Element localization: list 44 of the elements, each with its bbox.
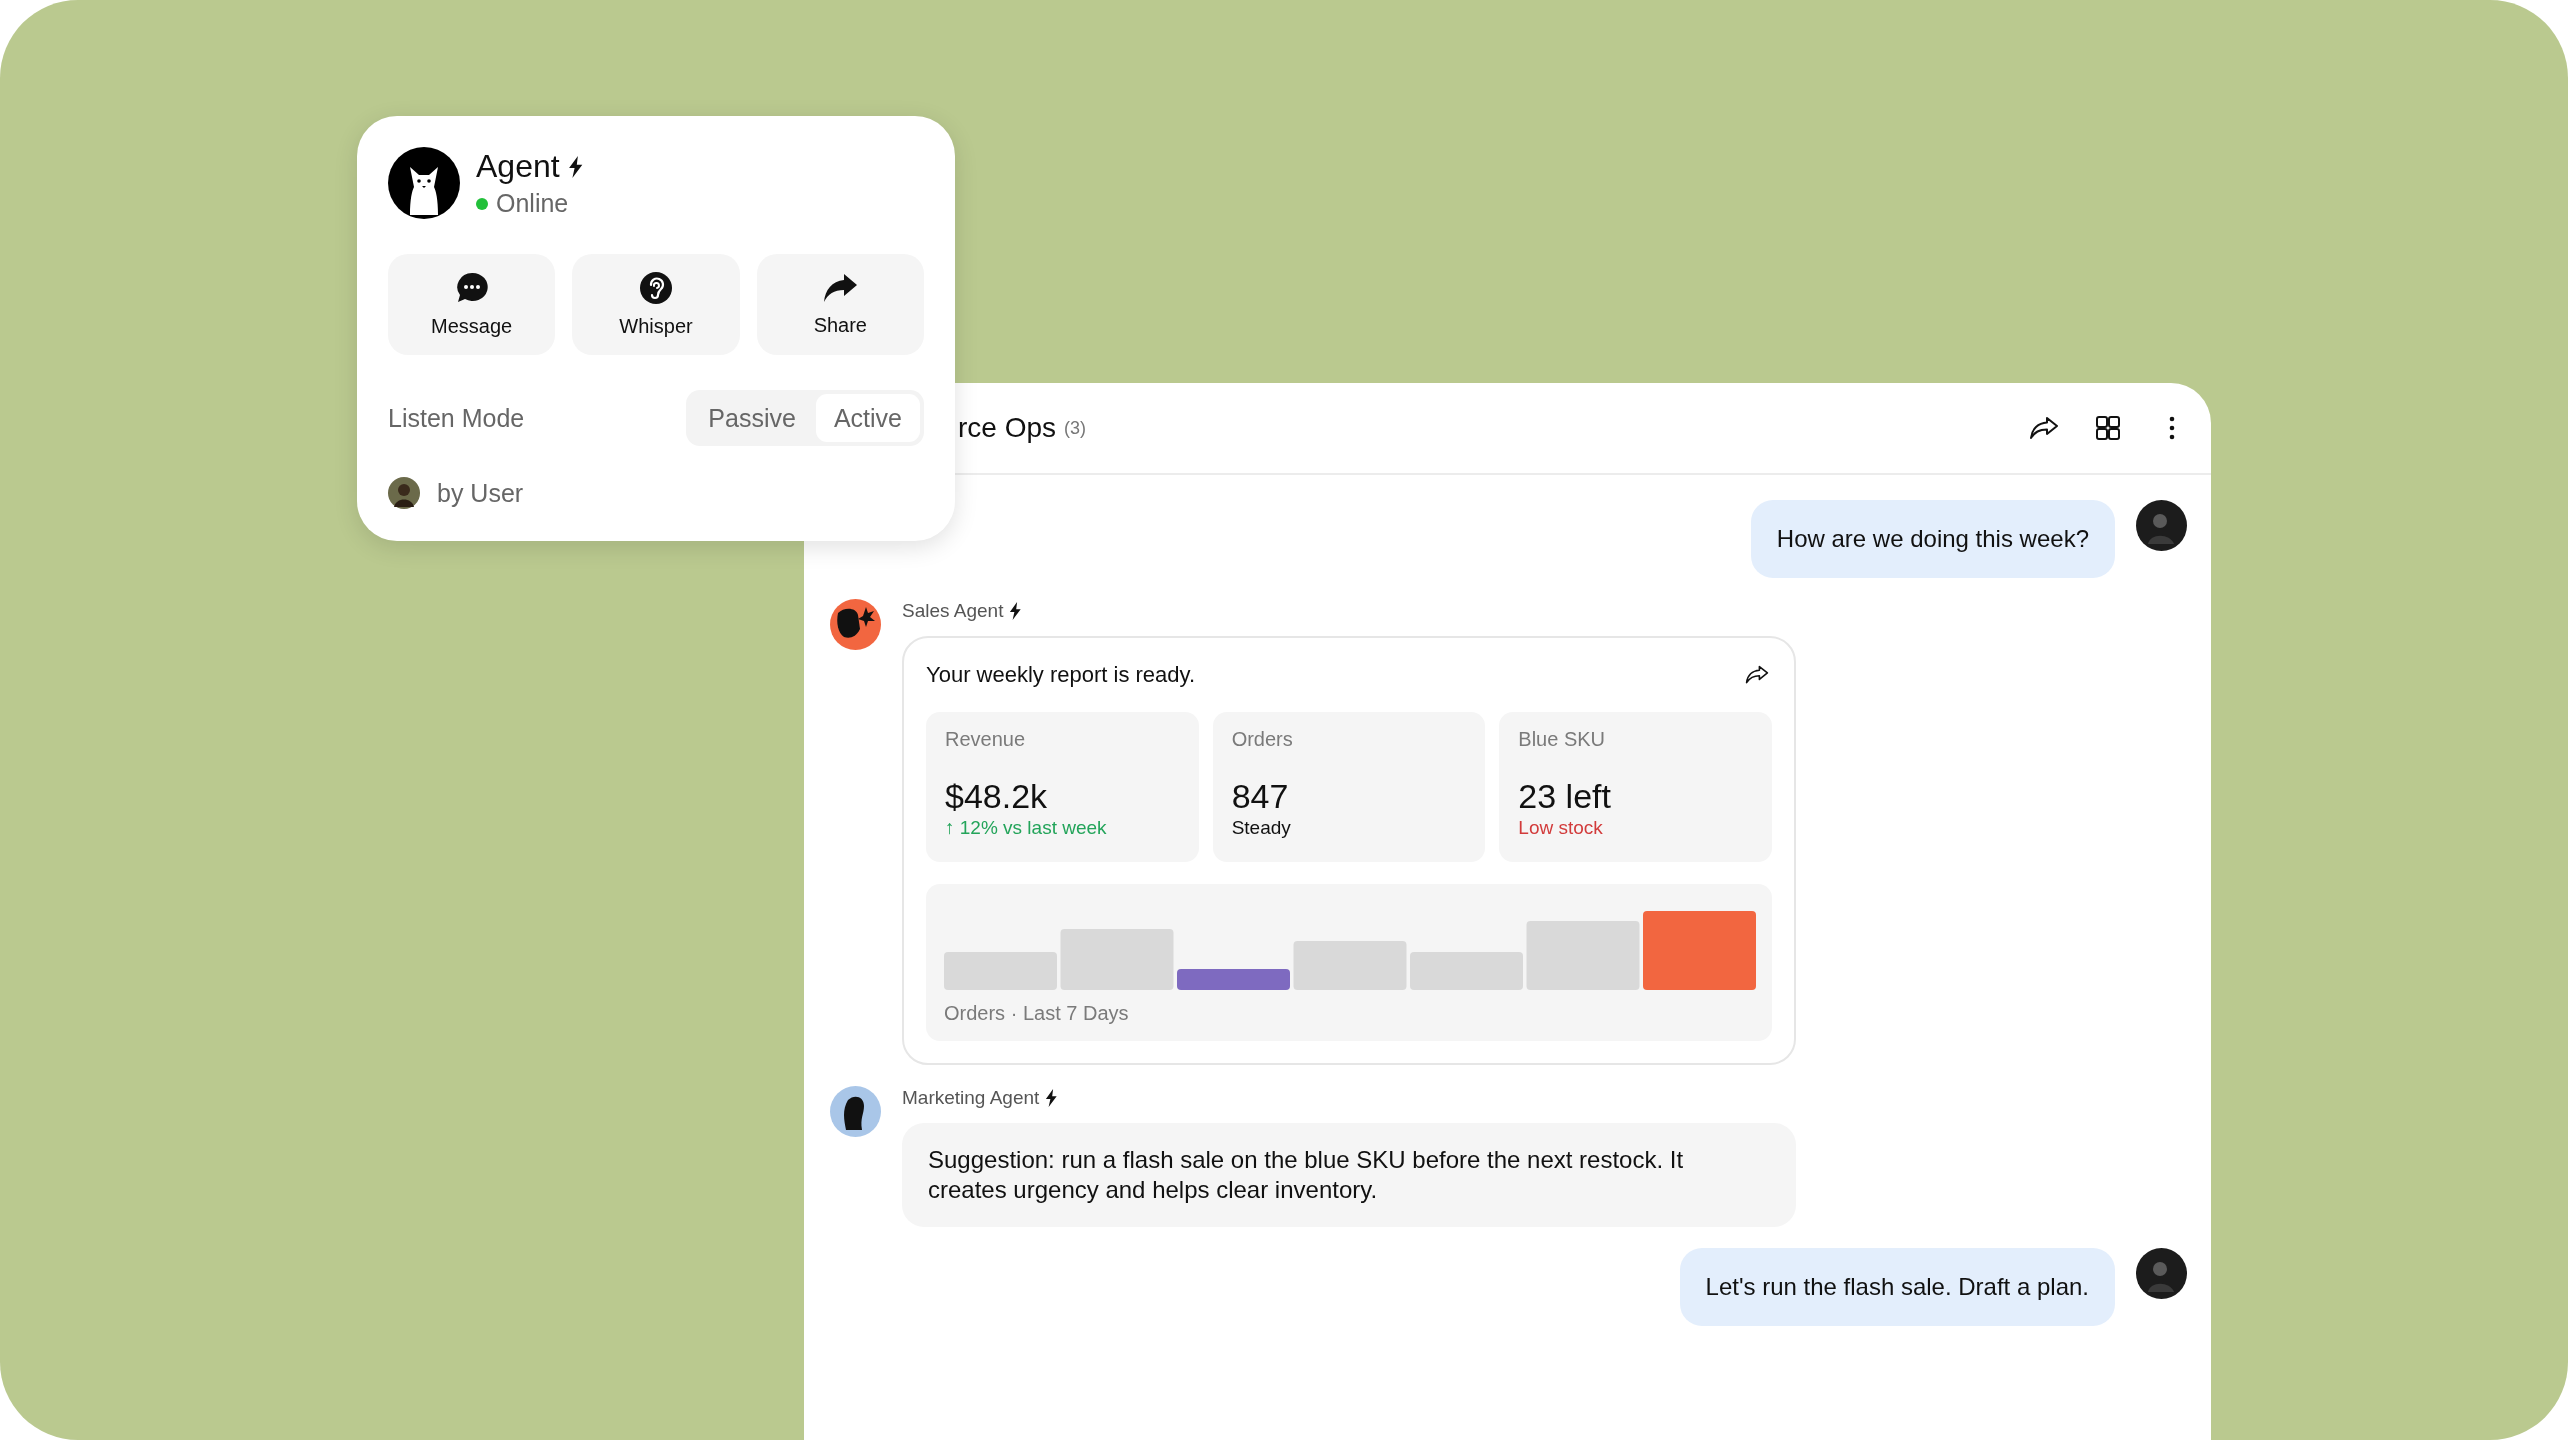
status-text: Online: [496, 189, 569, 218]
report-text: Your weekly report is ready.: [926, 662, 1196, 688]
chat-title: rce Ops: [958, 412, 1057, 444]
member-count: (3): [1064, 417, 1087, 439]
owner-text: by User: [437, 478, 524, 508]
agent-name: Agent: [476, 148, 560, 185]
listen-mode-label: Listen Mode: [388, 403, 525, 433]
stat-note: ↑ 12% vs last week: [945, 817, 1108, 839]
action-button[interactable]: Whisper: [572, 254, 740, 355]
message-bubble: Let's run the flash sale. Draft a plan.: [1679, 1248, 2115, 1326]
action-button[interactable]: Message: [388, 254, 556, 355]
more-icon: [2169, 416, 2175, 440]
stat-note: Low stock: [1518, 817, 1604, 839]
ear-icon: [639, 271, 673, 305]
mode-option[interactable]: Passive: [690, 394, 814, 442]
agent-avatar: [830, 599, 881, 650]
stat-note: Steady: [1231, 817, 1292, 839]
cat-avatar: [388, 147, 460, 219]
user-avatar: [2136, 500, 2187, 551]
mode-option[interactable]: Active: [815, 394, 920, 442]
sender-name: Sales Agent: [902, 600, 1004, 622]
agent-avatar: [830, 1086, 881, 1137]
stat-label: Revenue: [945, 728, 1027, 751]
sender-name: Marketing Agent: [902, 1087, 1040, 1109]
grid-button[interactable]: [2093, 413, 2123, 443]
bolt-icon: [1045, 1089, 1058, 1107]
user-avatar: [2136, 1248, 2187, 1299]
share-icon: [1745, 665, 1769, 685]
grid-icon: [2096, 416, 2120, 440]
stat-value: 847: [1231, 777, 1290, 815]
share-arrow-icon: [822, 272, 859, 304]
chart-caption: Orders · Last 7 Days: [944, 1002, 1130, 1025]
stat-value: 23 left: [1518, 777, 1612, 815]
stat-label: Orders: [1231, 728, 1294, 751]
chat-bubble-icon: [454, 271, 489, 305]
share-icon: [2029, 416, 2059, 440]
bolt-icon: [1009, 602, 1022, 620]
message-bubble: Suggestion: run a flash sale on the blue SKU before the next restock. It creates urgency and helps clear inventory.: [902, 1123, 1796, 1227]
stat-value: $48.2k: [945, 777, 1049, 815]
message-bubble: How are we doing this week?: [1750, 500, 2115, 578]
action-button[interactable]: Share: [756, 254, 924, 355]
bolt-icon: [567, 155, 583, 178]
stat-label: Blue SKU: [1518, 728, 1607, 751]
owner-avatar: [388, 477, 420, 509]
